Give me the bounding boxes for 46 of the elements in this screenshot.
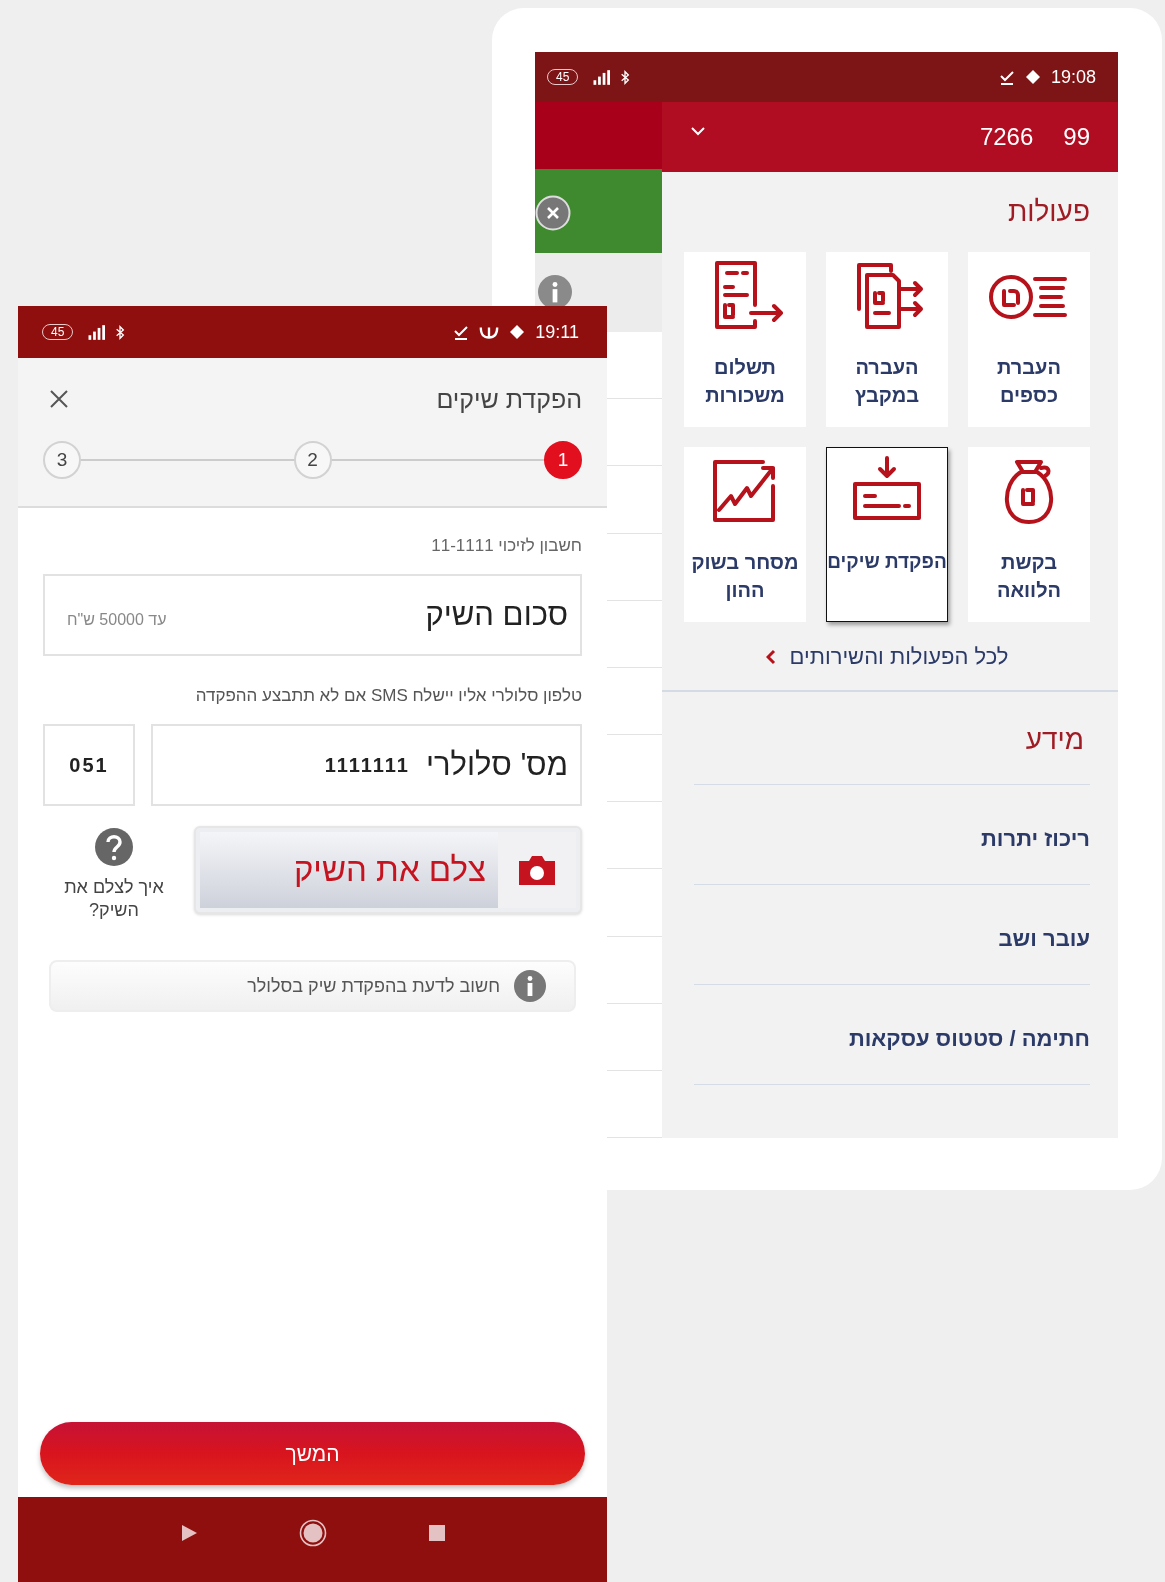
- action-tile[interactable]: בקשת הלוואה: [968, 447, 1090, 622]
- step-indicator: 2: [293, 441, 332, 479]
- phone-prefix-field[interactable]: 051: [43, 724, 135, 806]
- close-icon[interactable]: [49, 389, 69, 409]
- screen-title: הפקדת שיקים: [436, 384, 582, 414]
- amount-input[interactable]: עד 50000 ש"ח: [65, 610, 412, 630]
- bluetooth-icon: [115, 323, 126, 341]
- notice-bar[interactable]: חשוב לדעת בהפקדת שיק בסלולר: [49, 960, 576, 1012]
- app-notification-icon: [479, 324, 500, 340]
- all-services-link[interactable]: לכל הפעולות והשירותים: [765, 644, 1009, 670]
- diamond-icon: [509, 324, 526, 340]
- account-number: 7266: [979, 123, 1034, 151]
- action-tile[interactable]: העברת כספים: [968, 252, 1090, 427]
- download-done-icon: [998, 69, 1015, 85]
- recents-icon[interactable]: [426, 1522, 447, 1543]
- action-tile[interactable]: העברה במקבץ: [826, 252, 948, 427]
- phone-hint: טלפון סלולרי אליו יישלח SMS אם לא תתבצע ההפקדה: [194, 686, 582, 706]
- action-tile[interactable]: הפקדת שיקים: [826, 447, 948, 622]
- phone-number-input[interactable]: 1111111: [163, 752, 412, 778]
- download-done-icon: [453, 324, 470, 340]
- amount-field[interactable]: סכום השיק עד 50000 ש"ח: [43, 574, 582, 656]
- info-list-item[interactable]: עובר ושב: [694, 884, 1090, 984]
- photo-button[interactable]: צלם את השיק: [194, 826, 582, 914]
- status-time: 19:11: [535, 321, 579, 343]
- chevron-down-icon[interactable]: [690, 126, 706, 136]
- step-indicator: 3: [43, 441, 81, 479]
- info-icon: [514, 970, 546, 1002]
- account-line: חשבון לזיכוי 11-1111: [430, 536, 582, 556]
- step-indicator: 1: [544, 441, 582, 479]
- field-label: סכום השיק: [425, 597, 568, 633]
- status-time: 19:08: [1050, 66, 1096, 88]
- diamond-icon: [1024, 69, 1041, 85]
- info-heading: מידע: [1024, 723, 1085, 757]
- bluetooth-icon: [620, 68, 631, 86]
- action-tile[interactable]: מסחר בשוק ההון: [684, 447, 806, 622]
- branch-number: 99: [1063, 123, 1090, 151]
- actions-heading: פעולות: [1006, 195, 1090, 229]
- info-list-item[interactable]: חתימה / סטטוס עסקאות: [694, 984, 1090, 1084]
- continue-button[interactable]: המשך: [40, 1422, 585, 1485]
- close-button[interactable]: [535, 195, 571, 232]
- field-label: מס' סלולרי: [426, 747, 568, 783]
- info-list-item[interactable]: ריכוז יתרות: [694, 784, 1090, 884]
- chevron-left-icon: [765, 649, 776, 665]
- action-tile[interactable]: תשלום משכורות: [684, 252, 806, 427]
- home-icon[interactable]: [298, 1518, 327, 1547]
- help-text[interactable]: איך לצלם את השיק?: [64, 876, 164, 922]
